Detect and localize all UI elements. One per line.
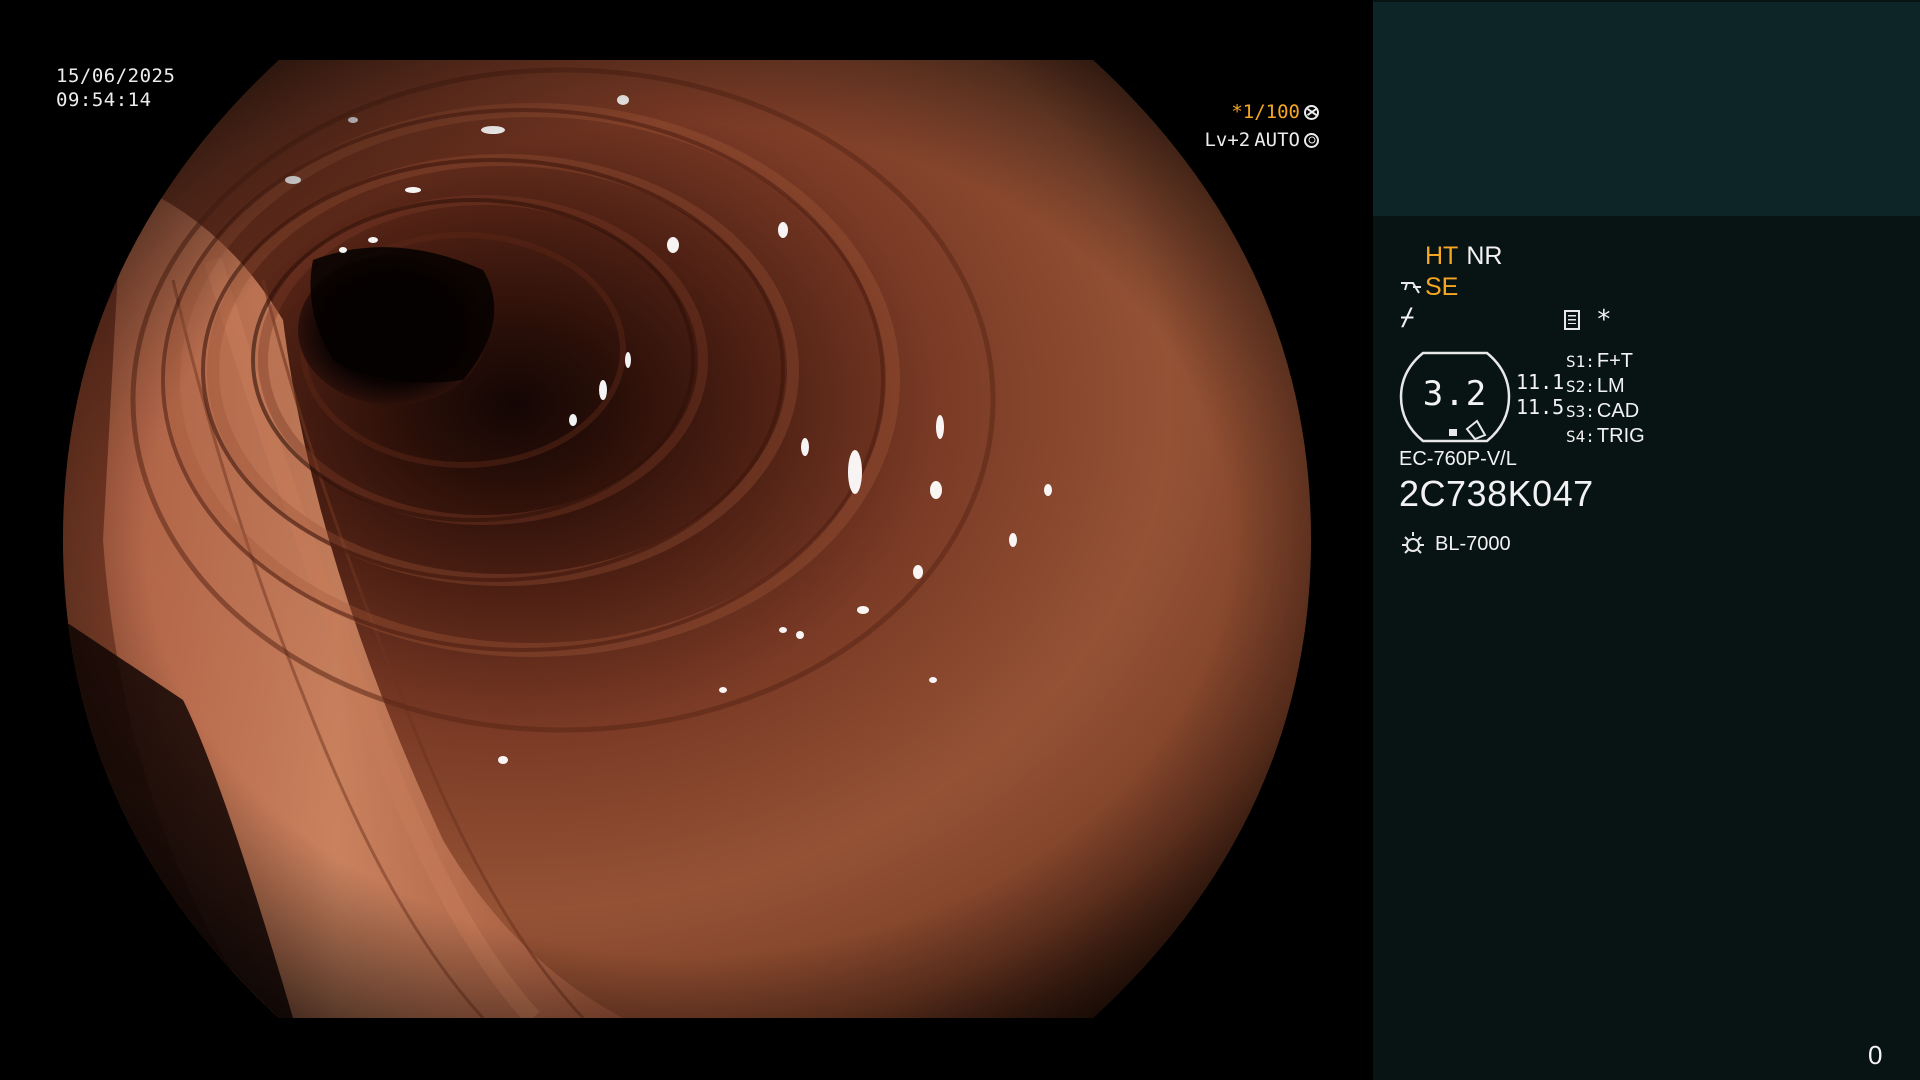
switch-value: CAD [1596,400,1640,422]
thumbnail-area [1373,2,1920,216]
exposure-overlay: *1/100 Lv+2 AUTO [1204,98,1319,154]
scope-model: EC-760P-V/L [1399,448,1517,470]
endoscopy-monitor: 15/06/2025 09:54:14 *1/100 Lv+2 AUTO HT … [0,0,1920,1080]
zoom-range: 11.1 11.5 [1516,370,1564,420]
colon-lumen-view [63,60,1311,1018]
switch-row: S1: F+T [1566,349,1645,374]
datetime-overlay: 15/06/2025 09:54:14 [56,64,175,112]
info-panel: HT NR SE ⌿ * 3.2 11.1 11.5 S1: F+T S2: L… [1373,0,1920,1080]
light-source: BL-7000 [1399,530,1511,558]
switch-value: F+T [1596,350,1634,372]
memo-icon [1564,310,1580,330]
shutter-row: *1/100 [1204,98,1319,126]
processing-flags: HT NR [1425,242,1502,271]
zoom-max-text: 11.5 [1516,395,1565,419]
iris-mode-text: AUTO [1254,129,1300,151]
date-text: 15/06/2025 [56,65,176,87]
endoscope-image [63,60,1311,1018]
image-counter: 0 [1868,1040,1883,1070]
switch-key: S4: [1566,427,1595,446]
iris-row: Lv+2 AUTO [1204,126,1319,154]
asterisk-mark: * [1596,305,1612,335]
switch-value: TRIG [1596,425,1645,447]
structure-icon: ⌿ [1400,303,1415,331]
time-text: 09:54:14 [56,89,152,111]
shutter-speed-text: *1/100 [1231,101,1300,123]
switch-key: S1: [1566,352,1595,371]
iris-icon [1304,132,1319,148]
switch-key: S2: [1566,377,1595,396]
fiber-icon [1401,281,1421,294]
se-row: SE [1399,273,1458,302]
shutter-icon [1304,104,1319,120]
switch-key: S3: [1566,402,1595,421]
scope-serial: 2C738K047 [1399,473,1594,514]
memo-row: * [1564,305,1612,335]
se-label: SE [1425,273,1459,301]
structure-row: ⌿ [1400,303,1414,331]
nr-label: NR [1466,242,1503,270]
ht-label: HT [1425,242,1459,270]
zoom-value: 3.2 [1422,374,1488,414]
switch-row: S4: TRIG [1566,424,1645,449]
switch-row: S2: LM [1566,374,1645,399]
enhancement-level-text: Lv+2 [1204,129,1251,151]
switch-assignments: S1: F+T S2: LM S3: CAD S4: TRIG [1566,349,1645,449]
switch-value: LM [1596,375,1625,397]
light-bulb-icon [1402,532,1424,554]
light-source-text: BL-7000 [1435,532,1511,555]
zoom-min-text: 11.1 [1516,370,1565,394]
switch-row: S3: CAD [1566,399,1645,424]
